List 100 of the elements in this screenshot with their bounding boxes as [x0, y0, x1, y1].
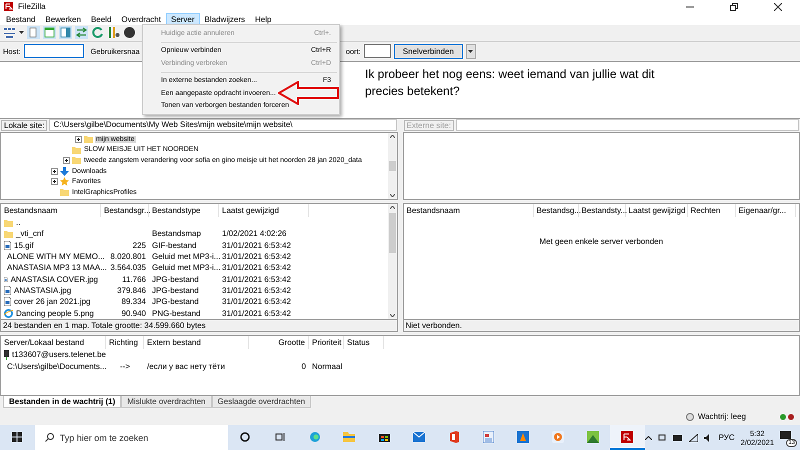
photo-editor-icon[interactable] [586, 430, 598, 443]
column-header[interactable]: Server/Lokaal bestand [1, 336, 106, 349]
app-logo-icon[interactable] [621, 430, 634, 443]
expand-icon[interactable] [51, 168, 58, 174]
column-header[interactable]: Bestandstype [149, 204, 219, 217]
transfer-icon[interactable] [75, 26, 88, 40]
column-header[interactable]: Prioriteit [309, 336, 344, 349]
column-header[interactable]: Richting [106, 336, 144, 349]
caret-icon[interactable] [19, 30, 24, 35]
file-name: _vti_cnf [16, 229, 44, 238]
column-header[interactable]: Grootte [249, 336, 309, 349]
quickconnect-dropdown[interactable] [466, 44, 476, 59]
file-name: ANASTASIA MP3 13 MAA... [7, 263, 107, 272]
taskbar-search[interactable]: Typ hier om te zoeken [34, 425, 228, 450]
close-icon[interactable] [774, 2, 782, 10]
remote-site-label: Externe site: [404, 120, 454, 131]
log-toggle-icon[interactable] [27, 26, 40, 40]
menu-item[interactable]: Overdracht [116, 13, 166, 25]
network-icon[interactable] [688, 434, 698, 442]
column-header[interactable]: Laatst gewijzigd [219, 204, 309, 217]
menu-item[interactable]: Beeld [86, 13, 116, 25]
folder-icon[interactable] [343, 431, 356, 442]
file-size: 0 [302, 362, 306, 370]
column-header[interactable]: Bestandsnaam [404, 204, 534, 217]
local-status-text: 24 bestanden en 1 map. Totale grootte: 34.599.660 bytes [0, 320, 398, 332]
queue-icon [686, 412, 694, 421]
scroll-thumb[interactable] [388, 212, 396, 253]
file-name: cover 26 jan 2021.jpg [14, 297, 90, 306]
file-type: GIF-bestand [152, 240, 196, 250]
file-size: 379.846 [117, 286, 146, 296]
filter-icon[interactable] [107, 26, 120, 40]
remote-file: /если у вас нету тёти [147, 362, 225, 370]
scroll-down-icon[interactable] [390, 194, 394, 197]
language-indicator[interactable]: РУС [718, 433, 735, 442]
scrollbar[interactable] [388, 204, 396, 319]
queue-tab[interactable]: Bestanden in de wachtrij (1) [3, 396, 122, 408]
site-manager-icon[interactable] [3, 26, 16, 40]
star-icon [60, 177, 69, 186]
file-date: 31/01/2021 6:53:42 [222, 252, 291, 262]
local-path-field[interactable]: C:\Users\gilbe\Documents\My Web Sites\mijn website\mijn website\ [49, 119, 396, 132]
active-app-button[interactable] [610, 425, 645, 450]
document-icon[interactable] [482, 430, 494, 443]
host-field[interactable] [24, 44, 84, 58]
column-header[interactable]: Bestandsgr... [101, 204, 149, 217]
refresh-icon[interactable] [91, 26, 104, 40]
queue-tab[interactable]: Geslaagde overdrachten [212, 396, 312, 408]
file-type: JPG-bestand [152, 297, 199, 306]
file-date: 31/01/2021 6:53:42 [222, 297, 291, 306]
caret-icon[interactable] [468, 50, 474, 53]
file-size: 8.020.801 [110, 252, 146, 262]
queue-status: Wachtrij: leeg [698, 412, 746, 422]
local-file: C:\Users\gilbe\Documents... [7, 362, 107, 370]
task-view-icon[interactable] [275, 432, 286, 442]
restore-icon[interactable] [730, 2, 738, 10]
media-player-icon[interactable] [552, 430, 564, 443]
scrollbar[interactable] [388, 132, 396, 199]
column-header[interactable]: Rechten [688, 204, 736, 217]
notification-icon[interactable] [780, 430, 791, 441]
column-header[interactable]: Bestandsnaam [1, 204, 101, 217]
priority-text: Normaal [312, 362, 342, 370]
scroll-down-icon[interactable] [390, 314, 394, 317]
column-header[interactable]: Extern bestand [144, 336, 249, 349]
empty-message: Met geen enkele server verbonden [539, 236, 664, 246]
column-header[interactable]: Bestandsty... [578, 204, 626, 217]
chevron-up-icon[interactable] [644, 436, 652, 440]
image-file-icon [4, 240, 11, 250]
remote-path-field[interactable] [456, 119, 799, 132]
column-header[interactable]: Status [344, 336, 384, 349]
menu-item[interactable]: Help [250, 13, 276, 25]
cortana-icon[interactable] [240, 432, 250, 442]
menu-item[interactable]: Server [166, 13, 200, 25]
expand-icon[interactable] [63, 156, 70, 164]
folder-icon [60, 188, 69, 196]
scroll-up-icon[interactable] [390, 134, 394, 138]
menu-item[interactable]: Bestand [1, 13, 40, 25]
column-header[interactable]: Bestandsg... [534, 204, 578, 217]
camera-icon[interactable] [658, 433, 667, 442]
queue-tab[interactable]: Mislukte overdrachten [121, 396, 212, 408]
column-header[interactable]: Eigenaar/gr... [736, 204, 796, 217]
menu-item[interactable]: Bewerken [40, 13, 86, 25]
expand-icon[interactable] [51, 178, 58, 186]
port-field[interactable] [364, 44, 391, 58]
store-icon[interactable] [378, 431, 390, 442]
quickconnect-button[interactable]: Snelverbinden [394, 44, 463, 59]
mail-icon[interactable] [412, 432, 425, 442]
windows-logo-icon[interactable] [12, 432, 22, 442]
search-icon [44, 433, 54, 442]
cancel-icon[interactable] [123, 26, 136, 40]
window-title: FileZilla [18, 2, 46, 11]
tree-toggle-icon[interactable] [43, 26, 56, 40]
remote-tree-icon[interactable] [59, 26, 72, 40]
office-icon[interactable] [448, 430, 459, 443]
scroll-up-icon[interactable] [390, 206, 394, 209]
scroll-thumb[interactable] [388, 160, 396, 171]
cone-icon[interactable] [517, 430, 530, 443]
column-header[interactable]: Laatst gewijzigd [626, 204, 688, 217]
expand-icon[interactable] [75, 136, 82, 143]
battery-icon[interactable] [672, 434, 683, 441]
menu-item[interactable]: Bladwijzers [200, 13, 250, 25]
image-file-icon [4, 297, 11, 306]
